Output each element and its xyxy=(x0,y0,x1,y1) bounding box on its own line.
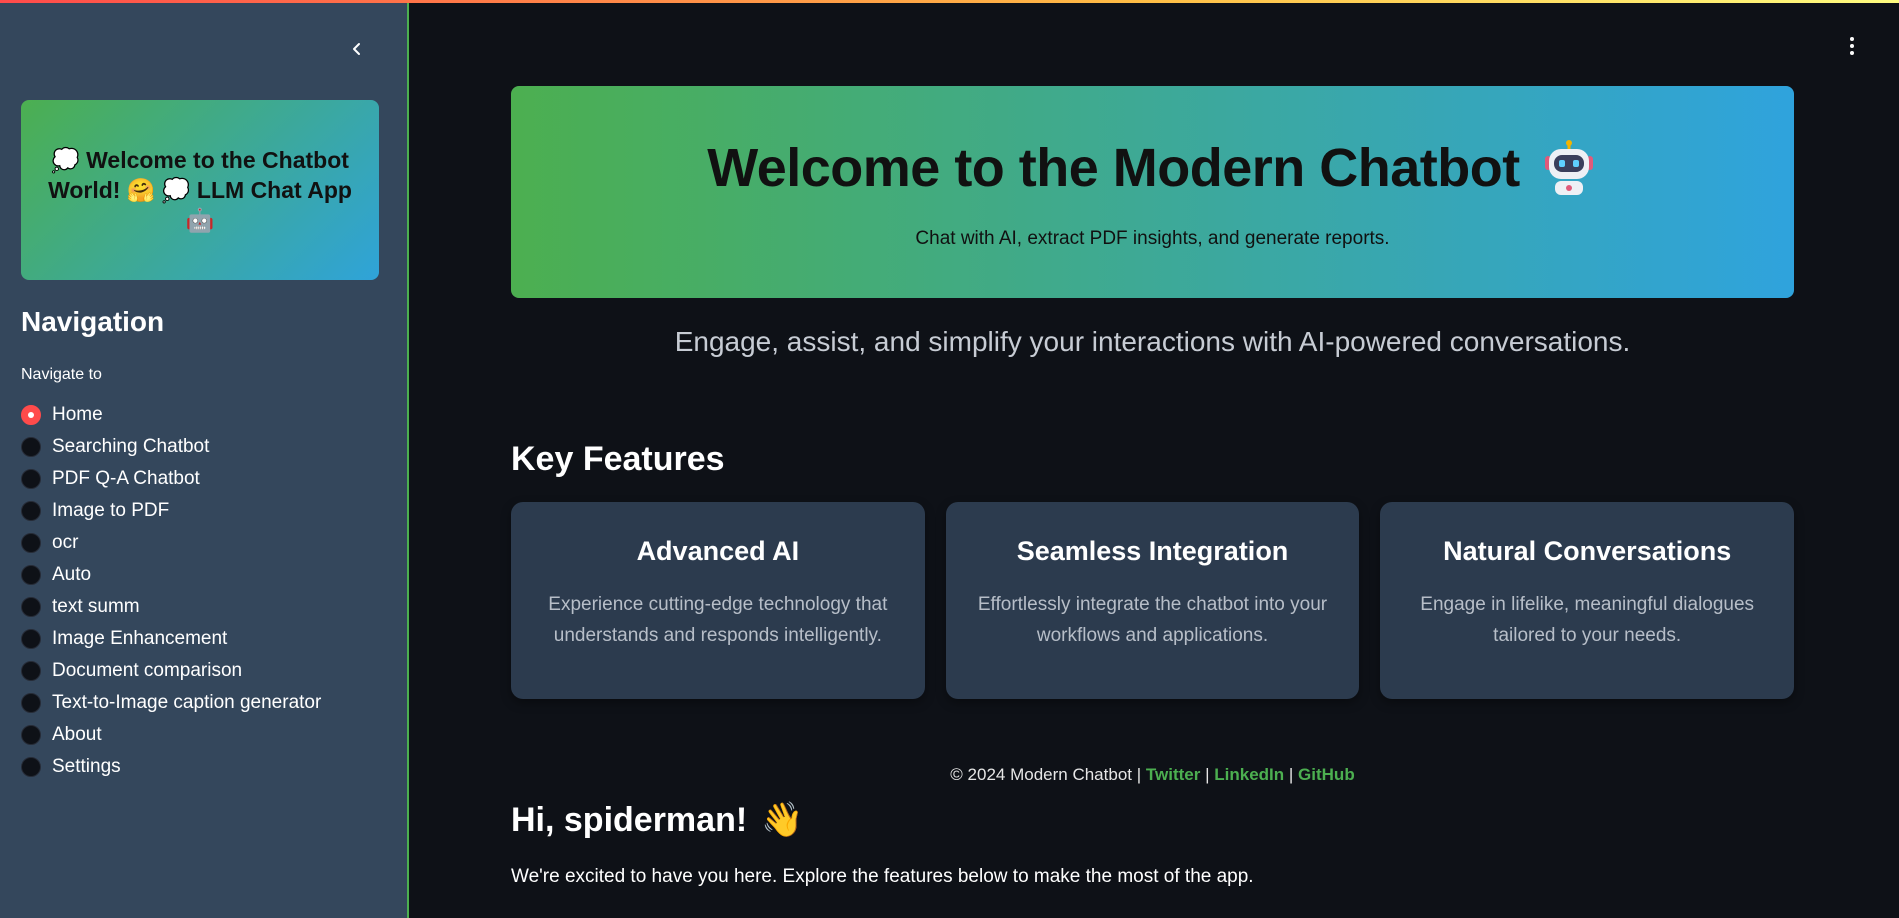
nav-option-settings[interactable]: Settings xyxy=(21,751,391,783)
footer: © 2024 Modern Chatbot | Twitter | Linked… xyxy=(511,765,1794,785)
radio-button[interactable] xyxy=(21,661,41,681)
nav-option-ocr[interactable]: ocr xyxy=(21,527,391,559)
radio-button[interactable] xyxy=(21,597,41,617)
radio-button[interactable] xyxy=(21,533,41,553)
feature-card-seamless-integration: Seamless Integration Effortlessly integr… xyxy=(945,502,1360,699)
footer-separator: | xyxy=(1205,765,1210,784)
chevron-left-icon xyxy=(353,43,360,55)
feature-card-text: Experience cutting-edge technology that … xyxy=(548,594,888,646)
navigation-radio-group: Home Searching Chatbot PDF Q-A Chatbot I… xyxy=(21,399,391,783)
radio-button[interactable] xyxy=(21,725,41,745)
copyright-text: © 2024 Modern Chatbot xyxy=(950,765,1132,784)
sidebar: 💭 Welcome to the Chatbot World! 🤗 💭 LLM … xyxy=(0,0,409,918)
key-features-heading: Key Features xyxy=(511,440,725,478)
feature-card-title: Advanced AI xyxy=(636,536,800,566)
nav-option-label: Document comparison xyxy=(52,660,243,681)
nav-option-label: PDF Q-A Chatbot xyxy=(52,468,200,489)
linkedin-link[interactable]: LinkedIn xyxy=(1214,765,1284,784)
navigate-to-label: Navigate to xyxy=(21,366,102,383)
nav-option-label: Image Enhancement xyxy=(52,628,228,649)
feature-card-title: Natural Conversations xyxy=(1443,536,1732,566)
waving-hand-icon: 👋 xyxy=(761,801,804,839)
feature-card-text: Engage in lifelike, meaningful dialogues… xyxy=(1420,594,1755,646)
nav-option-about[interactable]: About xyxy=(21,719,391,751)
hero-subtitle: Chat with AI, extract PDF insights, and … xyxy=(915,228,1390,249)
hero-banner: Welcome to the Modern Chatbot Chat with … xyxy=(511,86,1794,298)
nav-option-label: Home xyxy=(52,404,103,425)
radio-button[interactable] xyxy=(21,501,41,521)
twitter-link[interactable]: Twitter xyxy=(1146,765,1200,784)
navigation-title: Navigation xyxy=(21,306,165,337)
radio-button[interactable] xyxy=(21,469,41,489)
sidebar-welcome-text: 💭 Welcome to the Chatbot World! 🤗 💭 LLM … xyxy=(48,147,352,233)
nav-option-text-summ[interactable]: text summ xyxy=(21,591,391,623)
nav-option-label: Auto xyxy=(52,564,92,585)
nav-option-home[interactable]: Home xyxy=(21,399,391,431)
feature-cards: Advanced AI Experience cutting-edge tech… xyxy=(511,502,1795,699)
nav-option-label: text summ xyxy=(52,596,140,617)
tagline: Engage, assist, and simplify your intera… xyxy=(674,326,1631,357)
collapse-sidebar-button[interactable] xyxy=(344,36,370,62)
kebab-menu-icon xyxy=(1850,37,1854,41)
sidebar-welcome-banner: 💭 Welcome to the Chatbot World! 🤗 💭 LLM … xyxy=(21,100,379,280)
footer-separator: | xyxy=(1288,765,1294,784)
radio-button[interactable] xyxy=(21,757,41,777)
feature-card-text: Effortlessly integrate the chatbot into … xyxy=(977,594,1328,646)
nav-option-image-enhancement[interactable]: Image Enhancement xyxy=(21,623,391,655)
app-header-decoration xyxy=(0,0,1899,3)
radio-button[interactable] xyxy=(21,693,41,713)
greeting-message: We're excited to have you here. Explore … xyxy=(511,866,1254,887)
nav-option-label: Settings xyxy=(52,756,121,777)
nav-option-searching-chatbot[interactable]: Searching Chatbot xyxy=(21,431,391,463)
user-greeting: Hi, spiderman! 👋 xyxy=(511,800,804,840)
main-menu-button[interactable] xyxy=(1842,32,1862,60)
radio-button[interactable] xyxy=(21,437,41,457)
nav-option-label: Image to PDF xyxy=(52,500,170,521)
hero-title: Welcome to the Modern Chatbot xyxy=(511,137,1794,199)
github-link[interactable]: GitHub xyxy=(1298,765,1355,784)
nav-option-label: Searching Chatbot xyxy=(52,436,210,457)
feature-card-title: Seamless Integration xyxy=(1016,536,1289,566)
nav-option-label: Text-to-Image caption generator xyxy=(52,692,322,713)
feature-card-natural-conversations: Natural Conversations Engage in lifelike… xyxy=(1380,502,1795,699)
greeting-text: Hi, spiderman! xyxy=(511,800,748,839)
nav-option-auto[interactable]: Auto xyxy=(21,559,391,591)
hero-title-text: Welcome to the Modern Chatbot xyxy=(707,138,1520,198)
nav-option-image-to-pdf[interactable]: Image to PDF xyxy=(21,495,391,527)
radio-button-checked[interactable] xyxy=(21,405,41,425)
nav-option-label: ocr xyxy=(52,532,79,553)
nav-option-caption-generator[interactable]: Text-to-Image caption generator xyxy=(21,687,391,719)
nav-option-pdf-qa-chatbot[interactable]: PDF Q-A Chatbot xyxy=(21,463,391,495)
nav-option-label: About xyxy=(52,724,102,745)
radio-button[interactable] xyxy=(21,629,41,649)
robot-icon xyxy=(1544,140,1593,195)
footer-separator: | xyxy=(1136,765,1142,784)
radio-button[interactable] xyxy=(21,565,41,585)
feature-card-advanced-ai: Advanced AI Experience cutting-edge tech… xyxy=(511,502,925,699)
nav-option-document-comparison[interactable]: Document comparison xyxy=(21,655,391,687)
